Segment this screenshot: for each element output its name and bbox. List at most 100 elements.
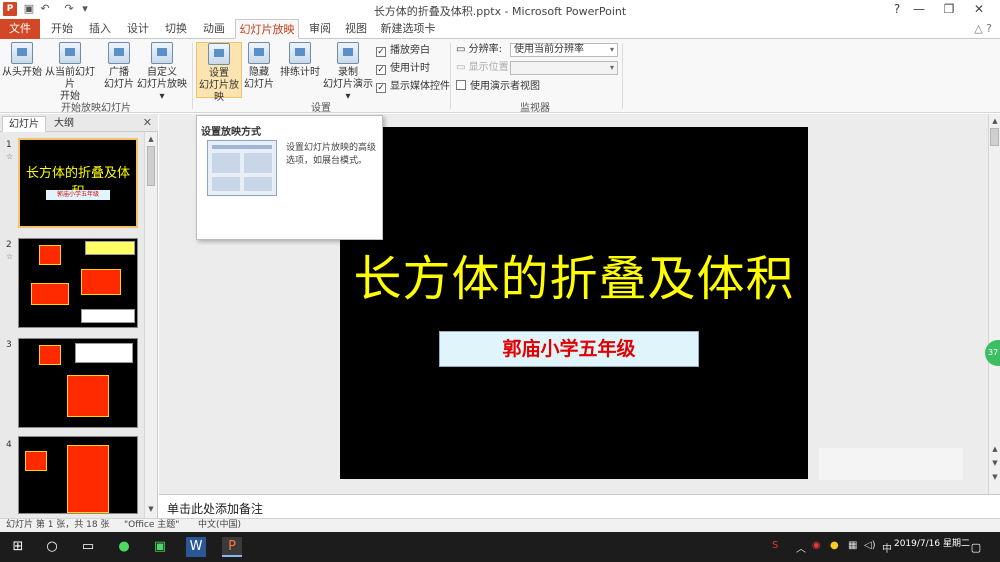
slideshow-current-icon (59, 42, 81, 64)
slide-subtitle-box[interactable]: 郭庙小学五年级 (439, 331, 699, 367)
notes-pane[interactable]: 单击此处添加备注 (159, 494, 1000, 518)
scroll-down-icon[interactable]: ▼ (990, 472, 1000, 482)
show-media-controls-checkbox[interactable]: ✓ 显示媒体控件 (376, 80, 450, 94)
checkbox-mark[interactable]: ✓ (376, 65, 386, 75)
restore-icon[interactable]: ❐ (934, 0, 964, 19)
from-beginning-button[interactable]: 从头开始 (2, 42, 42, 79)
hide-slide-button[interactable]: 隐藏 幻灯片 (244, 42, 274, 91)
scrollbar-thumb[interactable] (990, 128, 999, 146)
slideshow-start-icon (11, 42, 33, 64)
tab-slideshow[interactable]: 幻灯片放映 (235, 19, 299, 39)
windows-start-icon[interactable]: ⊞ (8, 537, 28, 557)
from-current-slide-button[interactable]: 从当前幻灯片 开始 (42, 42, 98, 103)
animation-star-icon: ☆ (6, 252, 14, 261)
chevron-down-icon: ▾ (609, 45, 614, 54)
ribbon-collapse-icon[interactable]: △ ? (974, 22, 992, 35)
broadcast-button[interactable]: 广播 幻灯片 (102, 42, 136, 91)
slide-thumbnail-2[interactable] (18, 238, 138, 328)
word-icon[interactable]: W (186, 537, 206, 557)
tab-insert[interactable]: 插入 (84, 19, 116, 39)
slides-scrollbar[interactable]: ▲ ▼ (144, 132, 157, 518)
notification-icon[interactable]: ▢ (966, 538, 986, 558)
task-view-icon[interactable]: ▭ (78, 537, 98, 557)
previous-slide-icon[interactable]: ▲ (990, 444, 1000, 454)
tray-app-icon[interactable]: ● (830, 540, 839, 551)
slide-number: 4 (6, 440, 12, 450)
monitor-icon: ▭ (456, 44, 469, 55)
slide-thumbnail-4[interactable] (18, 436, 138, 514)
search-icon[interactable]: ○ (42, 537, 62, 557)
checkbox-mark[interactable]: ✓ (376, 47, 386, 57)
record-slideshow-button[interactable]: 录制 幻灯片演示 ▾ (322, 42, 374, 103)
scroll-down-icon[interactable]: ▼ (146, 504, 156, 514)
tooltip-description: 设置幻灯片放映的高级选项，如展台模式。 (286, 143, 377, 166)
tab-outline[interactable]: 大纲 (48, 116, 80, 132)
tab-new[interactable]: 新建选项卡 (380, 19, 436, 39)
ribbon: 从头开始 从当前幻灯片 开始 广播 幻灯片 自定义 幻灯片放映 ▾ 设置 幻灯片… (0, 39, 1000, 114)
resolution-label-row: ▭ 分辨率: (456, 44, 503, 55)
tab-transitions[interactable]: 切换 (160, 19, 192, 39)
sogou-icon[interactable]: S (772, 540, 778, 551)
scroll-up-icon[interactable]: ▲ (990, 116, 1000, 126)
slide-count-status: 幻灯片 第 1 张，共 18 张 (6, 520, 110, 530)
callout-shape (81, 309, 135, 323)
powerpoint-taskbar-icon[interactable]: P (222, 537, 242, 557)
cube-shape (31, 283, 69, 305)
volume-icon[interactable]: ◁) (864, 540, 876, 551)
record-icon (337, 42, 359, 64)
setup-slideshow-button[interactable]: 设置 幻灯片放映 (196, 42, 242, 103)
close-pane-icon[interactable]: ✕ (143, 116, 152, 129)
play-narrations-checkbox[interactable]: ✓ 播放旁白 (376, 44, 430, 58)
checkbox-mark[interactable]: ✓ (376, 83, 386, 93)
status-bar: 幻灯片 第 1 张，共 18 张 "Office 主题" 中文(中国) (0, 518, 1000, 532)
editor-scrollbar[interactable]: ▲ ▲ ▼ ▼ (988, 114, 1000, 494)
tab-review[interactable]: 审阅 (304, 19, 336, 39)
use-timings-checkbox[interactable]: ✓ 使用计时 (376, 62, 430, 76)
slide-thumbnail-1[interactable]: 长方体的折叠及体积 郭庙小学五年级 (18, 138, 138, 228)
tab-design[interactable]: 设计 (122, 19, 154, 39)
slide-number: 3 (6, 340, 12, 350)
clock-date: 2019/7/16 星期二 (893, 539, 970, 549)
notes-placeholder[interactable]: 单击此处添加备注 (167, 500, 263, 517)
tab-slides[interactable]: 幻灯片 (2, 116, 46, 132)
next-slide-icon[interactable]: ▼ (990, 458, 1000, 468)
browser-icon[interactable]: ● (114, 537, 134, 557)
ime-indicator[interactable]: 中 (882, 540, 892, 555)
slides-pane: 幻灯片 大纲 ✕ 1 ☆ 长方体的折叠及体积 郭庙小学五年级 2 ☆ 3 4 ▲… (0, 114, 158, 518)
custom-slideshow-button[interactable]: 自定义 幻灯片放映 ▾ (136, 42, 188, 103)
network-icon[interactable]: ▦ (848, 540, 857, 551)
tab-home[interactable]: 开始 (46, 19, 78, 39)
show-on-select[interactable]: ▾ (510, 61, 618, 75)
close-icon[interactable]: ✕ (964, 0, 994, 19)
cube-shape (39, 345, 61, 365)
slide-title[interactable]: 长方体的折叠及体积 (340, 239, 808, 309)
watermark-area (819, 448, 963, 480)
resolution-select[interactable]: 使用当前分辨率 ▾ (510, 43, 618, 57)
scroll-up-icon[interactable]: ▲ (146, 134, 156, 144)
slide-thumbnail-3[interactable] (18, 338, 138, 428)
scrollbar-thumb[interactable] (147, 146, 155, 186)
window-title: 长方体的折叠及体积.pptx - Microsoft PowerPoint (373, 5, 627, 18)
rehearse-icon (289, 42, 311, 64)
hide-slide-icon (248, 42, 270, 64)
tab-file[interactable]: 文件 (0, 19, 40, 39)
tab-animations[interactable]: 动画 (198, 19, 230, 39)
ribbon-tabs: 文件 开始 插入 设计 切换 动画 幻灯片放映 审阅 视图 新建选项卡 △ ? (0, 19, 1000, 39)
show-on-label-row: ▭ 显示位置: (456, 62, 513, 73)
current-slide[interactable]: 长方体的折叠及体积 郭庙小学五年级 (340, 127, 808, 479)
checkbox-mark[interactable] (456, 80, 466, 90)
minimize-icon[interactable]: — (904, 0, 934, 19)
rehearse-timings-button[interactable]: 排练计时 (280, 42, 320, 79)
presenter-view-checkbox[interactable]: 使用演示者视图 (456, 80, 540, 94)
chevron-down-icon: ▾ (609, 63, 614, 72)
tab-view[interactable]: 视图 (340, 19, 372, 39)
security-icon[interactable]: ◉ (812, 540, 821, 551)
group-label-start: 开始放映幻灯片 (61, 103, 131, 114)
iqiyi-icon[interactable]: ▣ (150, 537, 170, 557)
clock[interactable]: 2019/7/16 星期二 (894, 539, 970, 550)
setup-slideshow-tooltip: 设置放映方式 设置幻灯片放映的高级选项，如展台模式。 (196, 115, 383, 240)
language-status: 中文(中国) (198, 520, 242, 530)
show-hidden-icons[interactable]: ︿ (796, 540, 806, 555)
slide-number: 1 (6, 140, 12, 150)
cube-shape (81, 269, 121, 295)
